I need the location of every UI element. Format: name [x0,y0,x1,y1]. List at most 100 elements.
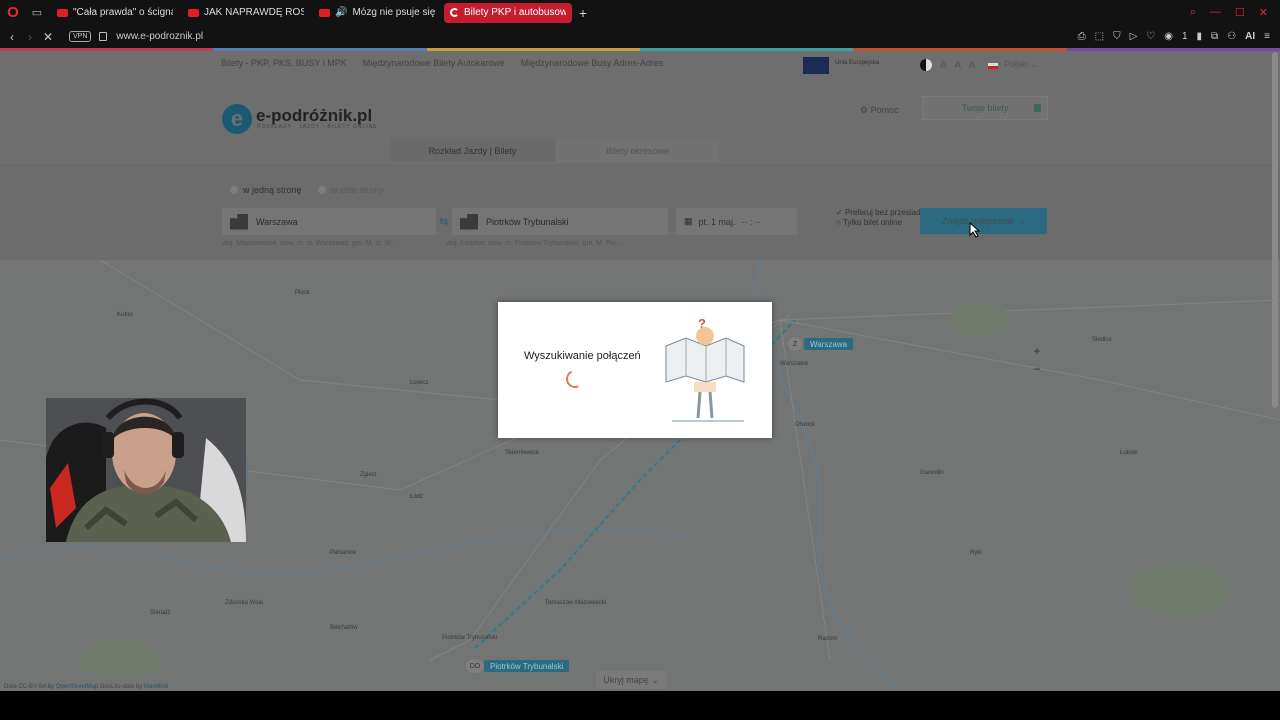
browser-tab-active[interactable]: Bilety PKP i autobusowe | [444,2,572,23]
topnav-link[interactable]: Międzynarodowe Busy Adres-Adres [521,58,664,68]
download-icon[interactable]: ▮ [1197,31,1203,42]
checkbox-online[interactable]: ○ Tylko bilet online [836,218,929,228]
from-value: Warszawa [256,216,298,227]
attribution-text: Data CC-BY-SA by [4,684,56,690]
minimize-icon[interactable]: — [1210,6,1221,19]
map-city-label: Otwock [795,422,816,428]
forward-icon[interactable]: › [21,25,39,48]
help-link[interactable]: ⚙ Pomoc [860,105,899,116]
radio-one-way[interactable]: w jedną stronę [230,185,302,195]
radio-return[interactable]: w obie strony [318,185,384,195]
font-size-control[interactable]: A A A [940,60,978,71]
map-city-label: Pabianice [330,550,357,556]
tab-timetable[interactable]: Rozkład Jazdy | Bilety [390,139,555,163]
extension-badge-icon[interactable]: 1 [1182,31,1188,42]
checkbox-direct[interactable]: ✓ Preferuj bez przesiadek [836,208,929,218]
profile-icon[interactable]: ⚇ [1227,31,1236,42]
to-field[interactable]: Piotrków Trybunalski [452,208,668,235]
radio-dot-icon [318,186,326,194]
youtube-icon [188,8,199,17]
snapshot-icon[interactable]: ⬚ [1095,31,1104,42]
opera-logo-icon[interactable]: O [0,0,26,25]
tab-season-tickets[interactable]: Bilety okresowe [556,139,719,163]
site-logo-tagline: ROZKŁADY · JAZDY · BILETY ONLINE [257,124,378,130]
hide-map-button[interactable]: Ukryj mapę ⌄ [596,671,666,689]
radio-label: w jedną stronę [243,185,302,195]
browser-tab[interactable]: "Cała prawda" o ścignaci [51,3,179,23]
option-label: Tylko bilet online [842,218,903,227]
city-icon [460,213,478,230]
window-controls: ⌕ — ☐ ✕ [1190,6,1280,19]
map-zoom-control: + − [1028,342,1046,378]
map-city-label: Garwolin [920,470,944,476]
new-tab-button[interactable]: + [574,3,592,23]
maximize-icon[interactable]: ☐ [1235,6,1245,19]
menu-icon[interactable]: ≡ [1264,31,1270,42]
mouse-cursor-icon [969,222,981,238]
stop-loading-icon[interactable]: ✕ [39,25,57,48]
heart-icon[interactable]: ♡ [1146,31,1155,42]
tab-title: JAK NAPRAWDĘ ROSNĄ M [204,7,304,18]
date-value: pt. 1 maj. [698,216,736,227]
zoom-out-button[interactable]: − [1028,360,1046,378]
ai-button[interactable]: AI [1245,31,1255,42]
search-button[interactable]: Znajdź połączenie ⌕ [920,208,1047,234]
tab-menu-icon[interactable]: ▭ [26,0,48,25]
from-field[interactable]: Warszawa [222,208,436,235]
vpn-badge[interactable]: VPN [69,31,92,42]
speaker-icon[interactable]: 🔊 [335,7,347,18]
topnav-link[interactable]: Międzynarodowe Bilety Autokarowe [363,58,505,68]
browser-tab-bar: O ▭ "Cała prawda" o ścignaci JAK NAPRAWD… [0,0,1280,25]
account-icon[interactable]: ◉ [1164,31,1173,42]
date-field[interactable]: ▦ pt. 1 maj. -- : -- [676,208,797,235]
logo-icon[interactable]: e [222,104,252,134]
search-options: ✓ Preferuj bez przesiadek ○ Tylko bilet … [836,208,929,228]
stripe-segment [639,48,854,51]
map-city-label: Łowicz [410,380,429,386]
swap-icon[interactable]: ⇆ [439,215,448,228]
shield-icon[interactable]: ⛉ [1113,31,1121,42]
calendar-icon: ▦ [684,216,693,226]
map-city-label: Łódź [410,494,424,500]
close-icon[interactable]: ✕ [1259,6,1268,19]
my-tickets-button[interactable]: Twoje bilety [922,96,1048,120]
page-scrollbar[interactable] [1272,52,1278,408]
bookmark-icon[interactable]: ⎙ [1078,31,1086,42]
browser-tab[interactable]: JAK NAPRAWDĘ ROSNĄ M [182,3,310,23]
map-city-label: Sieradz [150,610,171,616]
map-city-label: Tomaszów Mazowiecki [545,600,607,606]
stripe-segment [0,48,214,51]
player-icon[interactable]: ▷ [1130,31,1138,42]
maxmind-link[interactable]: MaxMind [144,684,168,690]
contrast-toggle-icon[interactable] [920,59,932,71]
url-field[interactable]: www.e-podroznik.pl [116,31,203,42]
map-reader-illustration-icon: ? [665,316,745,422]
stripe-segment [213,48,427,51]
marker-from-label[interactable]: Warszawa [804,338,854,350]
map-city-label: Warszawa [780,361,808,367]
loading-spinner-icon [563,367,587,391]
puzzle-icon[interactable]: ⧉ [1211,31,1218,42]
back-icon[interactable]: ‹ [3,25,21,48]
marker-to-bubble[interactable]: DO [466,659,484,673]
marker-to-label[interactable]: Piotrków Trybunalski [484,660,570,672]
to-value: Piotrków Trybunalski [486,216,569,227]
my-tickets-label: Twoje bilety [961,103,1009,113]
site-logo-text[interactable]: e-podróżnik.pl [256,106,372,126]
map-city-label: Skierniewice [505,450,539,456]
map-city-label: Kutno [117,312,133,318]
marker-from-bubble[interactable]: Z [788,337,802,351]
time-field[interactable]: -- : -- [742,217,762,227]
osm-link[interactable]: OpenStreetMap [56,684,98,690]
lock-icon[interactable] [99,32,108,41]
language-select[interactable]: Polski ⌄ [1004,59,1038,70]
tab-title: Mózg nie psuje się sa [352,7,435,18]
extensions-toolbar: ⎙ ⬚ ⛉ ▷ ♡ ◉ 1 ▮ ⧉ ⚇ AI ≡ [1078,31,1280,42]
topnav-link[interactable]: Bilety - PKP, PKS, BUSY i MPK [221,58,347,68]
stripe-segment [1066,48,1280,51]
browser-tab[interactable]: 🔊 Mózg nie psuje się sa [313,3,441,23]
youtube-icon [319,8,330,17]
eu-flag-icon [803,57,829,74]
search-icon[interactable]: ⌕ [1190,6,1196,19]
zoom-in-button[interactable]: + [1028,342,1046,360]
